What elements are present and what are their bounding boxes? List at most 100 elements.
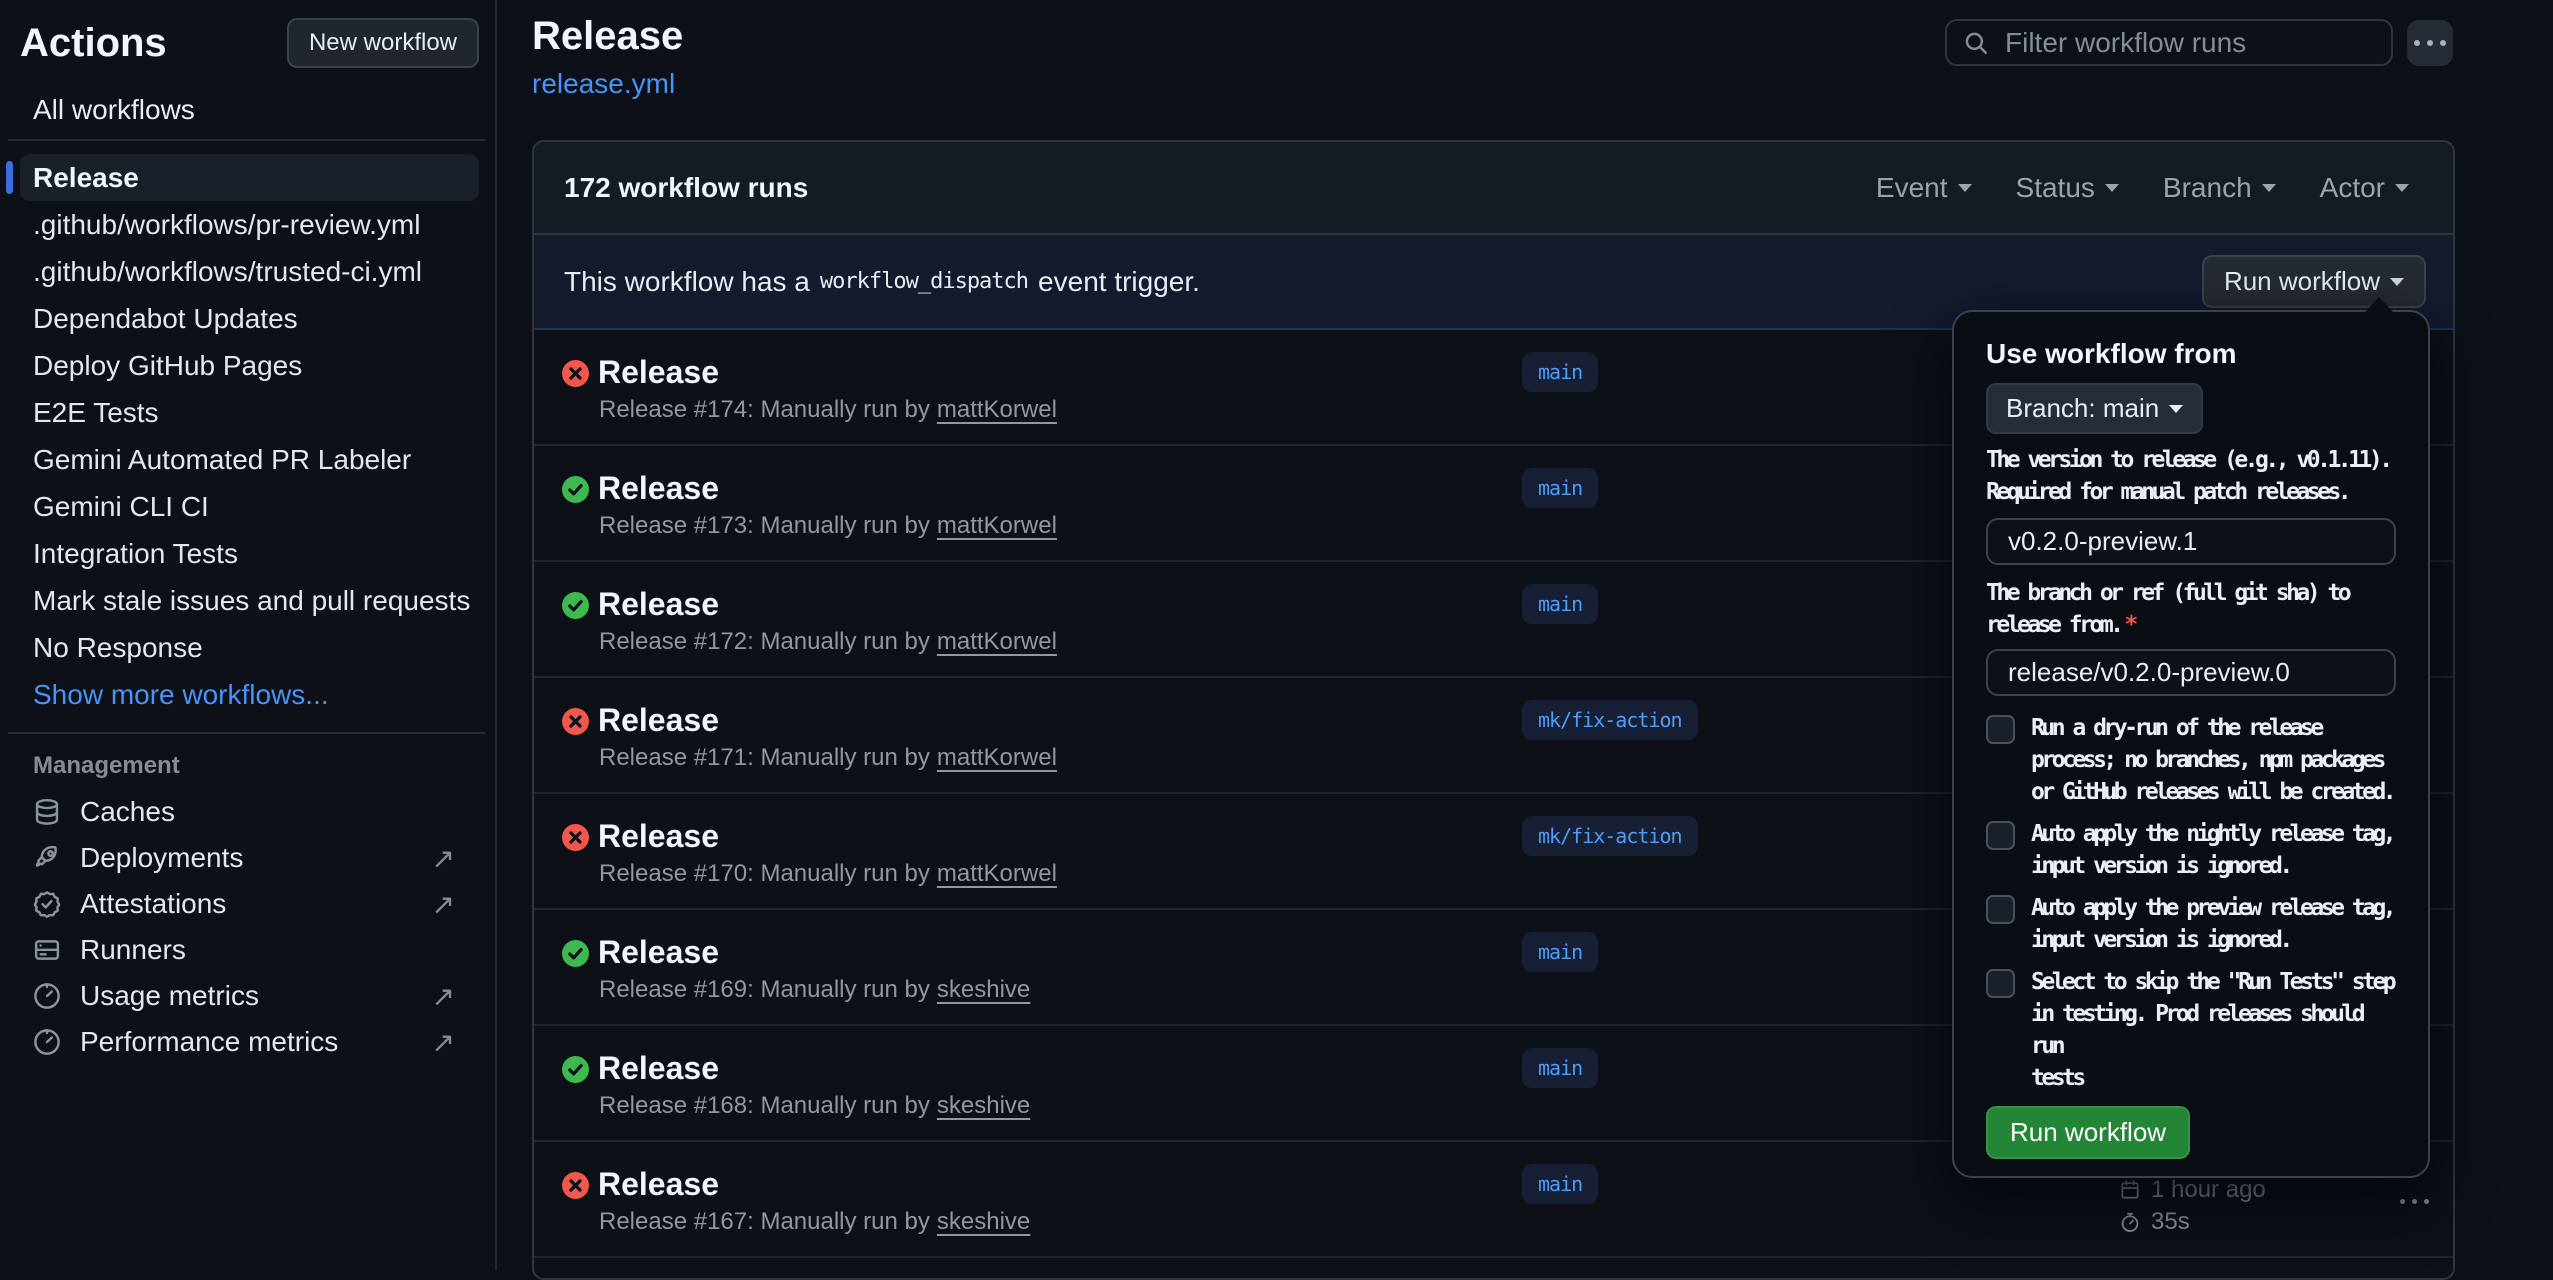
success-icon xyxy=(562,592,589,619)
branch-selector-button[interactable]: Branch: main xyxy=(1986,383,2203,434)
failure-icon xyxy=(562,360,589,387)
branch-badge[interactable]: main xyxy=(1522,1164,1598,1204)
sidebar-item-gemini-pr-labeler[interactable]: Gemini Automated PR Labeler xyxy=(0,436,495,483)
version-input[interactable] xyxy=(1986,518,2396,565)
actor-link[interactable]: mattKorwel xyxy=(937,860,1057,887)
sidebar-item-mark-stale[interactable]: Mark stale issues and pull requests xyxy=(0,577,495,624)
actions-sidebar: Actions New workflow All workflows Relea… xyxy=(0,0,497,1270)
run-title[interactable]: Release xyxy=(598,934,719,971)
version-input-label: The version to release (e.g., v0.1.11). … xyxy=(1986,444,2396,508)
required-asterisk: * xyxy=(2125,612,2139,638)
run-title[interactable]: Release xyxy=(598,1166,719,1203)
sidebar-item-dependabot-updates[interactable]: Dependabot Updates xyxy=(0,295,495,342)
sidebar-item-usage-metrics[interactable]: Usage metrics ↗ xyxy=(0,973,495,1019)
popover-heading: Use workflow from xyxy=(1986,338,2396,370)
meter-icon xyxy=(32,1027,62,1057)
search-input[interactable] xyxy=(2003,26,2375,60)
sidebar-item-runners[interactable]: Runners xyxy=(0,927,495,973)
filter-status[interactable]: Status xyxy=(2016,172,2119,204)
sidebar-item-no-response[interactable]: No Response xyxy=(0,624,495,671)
actor-link[interactable]: skeshive xyxy=(937,1092,1030,1119)
run-workflow-submit-button[interactable]: Run workflow xyxy=(1986,1106,2190,1159)
filter-runs-search[interactable] xyxy=(1945,19,2393,66)
calendar-icon xyxy=(2119,1179,2141,1201)
filter-actor[interactable]: Actor xyxy=(2320,172,2409,204)
management-item-label: Deployments xyxy=(80,842,243,874)
run-title[interactable]: Release xyxy=(598,1050,719,1087)
checkbox-unchecked-icon[interactable] xyxy=(1986,895,2015,924)
dry-run-checkbox-row: Run a dry-run of the release process; no… xyxy=(1986,712,2396,808)
branch-badge[interactable]: mk/fix-action xyxy=(1522,816,1698,856)
management-list: Caches Deployments ↗ Attestations ↗ Runn… xyxy=(0,789,495,1065)
sidebar-item-pr-review[interactable]: .github/workflows/pr-review.yml xyxy=(0,201,495,248)
sidebar-item-performance-metrics[interactable]: Performance metrics ↗ xyxy=(0,1019,495,1065)
sidebar-item-e2e-tests[interactable]: E2E Tests xyxy=(0,389,495,436)
filter-branch[interactable]: Branch xyxy=(2163,172,2276,204)
checkbox-unchecked-icon[interactable] xyxy=(1986,969,2015,998)
actor-link[interactable]: mattKorwel xyxy=(937,744,1057,771)
checkbox-label[interactable]: Auto apply the preview release tag, inpu… xyxy=(2031,892,2393,956)
page-title: Release xyxy=(532,14,683,59)
nightly-tag-checkbox-row: Auto apply the nightly release tag, inpu… xyxy=(1986,818,2396,882)
chevron-down-icon xyxy=(2262,184,2276,192)
sidebar-item-deployments[interactable]: Deployments ↗ xyxy=(0,835,495,881)
show-more-workflows-link[interactable]: Show more workflows... xyxy=(0,671,495,718)
run-meta: 1 hour ago 35s xyxy=(2119,1174,2266,1238)
branch-badge[interactable]: main xyxy=(1522,1048,1598,1088)
checkbox-label[interactable]: Auto apply the nightly release tag, inpu… xyxy=(2031,818,2393,882)
checkbox-label[interactable]: Run a dry-run of the release process; no… xyxy=(2031,712,2393,808)
sidebar-item-integration-tests[interactable]: Integration Tests xyxy=(0,530,495,577)
workflow-options-kebab-button[interactable] xyxy=(2407,20,2453,66)
sidebar-divider xyxy=(8,732,485,734)
all-workflows-link[interactable]: All workflows xyxy=(33,94,195,126)
banner-code: workflow_dispatch xyxy=(820,269,1028,294)
sidebar-item-trusted-ci[interactable]: .github/workflows/trusted-ci.yml xyxy=(0,248,495,295)
run-title[interactable]: Release xyxy=(598,818,719,855)
actor-link[interactable]: mattKorwel xyxy=(937,628,1057,655)
run-options-kebab-button[interactable] xyxy=(2384,1186,2444,1216)
banner-text: event trigger. xyxy=(1038,266,1200,298)
run-duration: 35s xyxy=(2151,1206,2190,1238)
sidebar-item-gemini-cli-ci[interactable]: Gemini CLI CI xyxy=(0,483,495,530)
failure-icon xyxy=(562,824,589,851)
runs-list-header: 172 workflow runs Event Status Branch Ac… xyxy=(534,142,2453,235)
run-filters: Event Status Branch Actor xyxy=(1876,172,2409,204)
sidebar-item-deploy-github-pages[interactable]: Deploy GitHub Pages xyxy=(0,342,495,389)
external-link-icon: ↗ xyxy=(432,1026,455,1059)
workflow-list: Release .github/workflows/pr-review.yml … xyxy=(0,154,495,718)
chevron-down-icon xyxy=(2390,278,2404,286)
branch-badge[interactable]: main xyxy=(1522,584,1598,624)
rocket-icon xyxy=(32,843,62,873)
sidebar-item-release[interactable]: Release xyxy=(20,154,479,201)
runners-icon xyxy=(32,935,62,965)
branch-badge[interactable]: mk/fix-action xyxy=(1522,700,1698,740)
actor-link[interactable]: mattKorwel xyxy=(937,396,1057,423)
checkbox-label[interactable]: Select to skip the "Run Tests" step in t… xyxy=(2031,966,2396,1094)
checkbox-unchecked-icon[interactable] xyxy=(1986,821,2015,850)
actor-link[interactable]: mattKorwel xyxy=(937,512,1057,539)
actor-link[interactable]: skeshive xyxy=(937,976,1030,1003)
workflow-file-link[interactable]: release.yml xyxy=(532,68,675,100)
kebab-icon xyxy=(2414,40,2420,46)
management-section-label: Management xyxy=(33,752,180,780)
ref-input[interactable] xyxy=(1986,649,2396,696)
sidebar-item-attestations[interactable]: Attestations ↗ xyxy=(0,881,495,927)
run-title[interactable]: Release xyxy=(598,702,719,739)
branch-badge[interactable]: main xyxy=(1522,468,1598,508)
meter-icon xyxy=(32,981,62,1011)
actor-link[interactable]: skeshive xyxy=(937,1208,1030,1235)
run-title[interactable]: Release xyxy=(598,354,719,391)
run-title[interactable]: Release xyxy=(598,586,719,623)
new-workflow-button[interactable]: New workflow xyxy=(287,18,479,68)
run-description: Release #170: Manually run bymattKorwel xyxy=(599,860,1057,888)
run-description: Release #171: Manually run bymattKorwel xyxy=(599,744,1057,772)
filter-event[interactable]: Event xyxy=(1876,172,1972,204)
sidebar-item-caches[interactable]: Caches xyxy=(0,789,495,835)
failure-icon xyxy=(562,1172,589,1199)
management-item-label: Runners xyxy=(80,934,186,966)
run-title[interactable]: Release xyxy=(598,470,719,507)
management-item-label: Usage metrics xyxy=(80,980,259,1012)
branch-badge[interactable]: main xyxy=(1522,932,1598,972)
branch-badge[interactable]: main xyxy=(1522,352,1598,392)
checkbox-unchecked-icon[interactable] xyxy=(1986,715,2015,744)
